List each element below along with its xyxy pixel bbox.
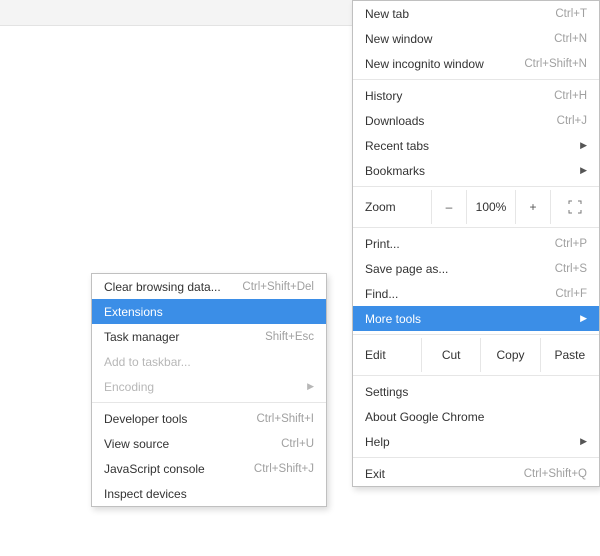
menu-item-shortcut: Ctrl+T: [555, 8, 587, 20]
menu-item-downloads[interactable]: Downloads Ctrl+J: [353, 108, 599, 133]
fullscreen-icon: [568, 200, 582, 214]
menu-item-shortcut: Shift+Esc: [265, 331, 314, 343]
menu-item-label: History: [365, 89, 402, 103]
menu-item-save-page-as[interactable]: Save page as... Ctrl+S: [353, 256, 599, 281]
menu-item-shortcut: Ctrl+U: [281, 438, 314, 450]
menu-item-label: Bookmarks: [365, 164, 425, 178]
edit-label: Edit: [353, 338, 421, 372]
submenu-arrow-icon: ▶: [307, 381, 314, 392]
zoom-in-button[interactable]: +: [515, 190, 550, 224]
menu-item-label: New window: [365, 32, 432, 46]
menu-separator: [353, 375, 599, 376]
menu-item-shortcut: Ctrl+N: [554, 33, 587, 45]
edit-row: Edit Cut Copy Paste: [353, 338, 599, 372]
menu-item-label: Help: [365, 435, 390, 449]
menu-separator: [353, 457, 599, 458]
menu-item-history[interactable]: History Ctrl+H: [353, 83, 599, 108]
menu-item-find[interactable]: Find... Ctrl+F: [353, 281, 599, 306]
menu-item-label: More tools: [365, 312, 421, 326]
menu-item-label: Exit: [365, 467, 385, 481]
menu-item-shortcut: Ctrl+J: [557, 115, 587, 127]
menu-item-new-window[interactable]: New window Ctrl+N: [353, 26, 599, 51]
menu-item-exit[interactable]: Exit Ctrl+Shift+Q: [353, 461, 599, 486]
menu-item-label: Encoding: [104, 380, 154, 394]
menu-separator: [92, 402, 326, 403]
zoom-value: 100%: [466, 190, 515, 224]
menu-item-extensions[interactable]: Extensions: [92, 299, 326, 324]
copy-button[interactable]: Copy: [480, 338, 539, 372]
menu-item-label: Settings: [365, 385, 408, 399]
menu-item-more-tools[interactable]: More tools ▶: [353, 306, 599, 331]
menu-item-new-tab[interactable]: New tab Ctrl+T: [353, 1, 599, 26]
menu-item-label: New tab: [365, 7, 409, 21]
menu-item-task-manager[interactable]: Task manager Shift+Esc: [92, 324, 326, 349]
menu-item-bookmarks[interactable]: Bookmarks ▶: [353, 158, 599, 183]
menu-item-label: Extensions: [104, 305, 163, 319]
fullscreen-button[interactable]: [550, 190, 599, 224]
menu-item-developer-tools[interactable]: Developer tools Ctrl+Shift+I: [92, 406, 326, 431]
menu-item-label: Inspect devices: [104, 487, 187, 501]
chrome-main-menu: New tab Ctrl+T New window Ctrl+N New inc…: [352, 0, 600, 487]
menu-item-add-to-taskbar: Add to taskbar...: [92, 349, 326, 374]
menu-item-label: Downloads: [365, 114, 424, 128]
menu-item-label: Add to taskbar...: [104, 355, 191, 369]
menu-item-label: New incognito window: [365, 57, 484, 71]
menu-item-shortcut: Ctrl+Shift+J: [254, 463, 314, 475]
menu-item-clear-browsing-data[interactable]: Clear browsing data... Ctrl+Shift+Del: [92, 274, 326, 299]
menu-item-label: JavaScript console: [104, 462, 205, 476]
zoom-row: Zoom – 100% +: [353, 190, 599, 224]
submenu-arrow-icon: ▶: [580, 165, 587, 176]
menu-separator: [353, 227, 599, 228]
menu-item-label: Task manager: [104, 330, 179, 344]
menu-item-help[interactable]: Help ▶: [353, 429, 599, 454]
submenu-arrow-icon: ▶: [580, 436, 587, 447]
menu-item-shortcut: Ctrl+Shift+Del: [242, 281, 314, 293]
menu-item-label: Developer tools: [104, 412, 187, 426]
menu-item-shortcut: Ctrl+H: [554, 90, 587, 102]
zoom-out-button[interactable]: –: [431, 190, 466, 224]
menu-separator: [353, 79, 599, 80]
menu-item-about[interactable]: About Google Chrome: [353, 404, 599, 429]
menu-separator: [353, 186, 599, 187]
menu-item-shortcut: Ctrl+P: [555, 238, 587, 250]
paste-button[interactable]: Paste: [540, 338, 599, 372]
menu-item-label: View source: [104, 437, 169, 451]
menu-item-view-source[interactable]: View source Ctrl+U: [92, 431, 326, 456]
menu-item-label: Find...: [365, 287, 398, 301]
menu-item-javascript-console[interactable]: JavaScript console Ctrl+Shift+J: [92, 456, 326, 481]
menu-item-label: Recent tabs: [365, 139, 429, 153]
menu-item-new-incognito[interactable]: New incognito window Ctrl+Shift+N: [353, 51, 599, 76]
menu-item-shortcut: Ctrl+Shift+I: [256, 413, 314, 425]
menu-item-label: About Google Chrome: [365, 410, 484, 424]
menu-item-shortcut: Ctrl+Shift+N: [524, 58, 587, 70]
submenu-arrow-icon: ▶: [580, 140, 587, 151]
zoom-label: Zoom: [353, 190, 431, 224]
menu-item-shortcut: Ctrl+S: [555, 263, 587, 275]
more-tools-submenu: Clear browsing data... Ctrl+Shift+Del Ex…: [91, 273, 327, 507]
menu-item-label: Save page as...: [365, 262, 448, 276]
menu-item-inspect-devices[interactable]: Inspect devices: [92, 481, 326, 506]
submenu-arrow-icon: ▶: [580, 313, 587, 324]
menu-item-shortcut: Ctrl+Shift+Q: [524, 468, 587, 480]
menu-item-print[interactable]: Print... Ctrl+P: [353, 231, 599, 256]
menu-item-label: Print...: [365, 237, 400, 251]
cut-button[interactable]: Cut: [421, 338, 480, 372]
menu-separator: [353, 334, 599, 335]
menu-item-shortcut: Ctrl+F: [555, 288, 587, 300]
menu-item-encoding[interactable]: Encoding ▶: [92, 374, 326, 399]
menu-item-settings[interactable]: Settings: [353, 379, 599, 404]
menu-item-label: Clear browsing data...: [104, 280, 221, 294]
menu-item-recent-tabs[interactable]: Recent tabs ▶: [353, 133, 599, 158]
